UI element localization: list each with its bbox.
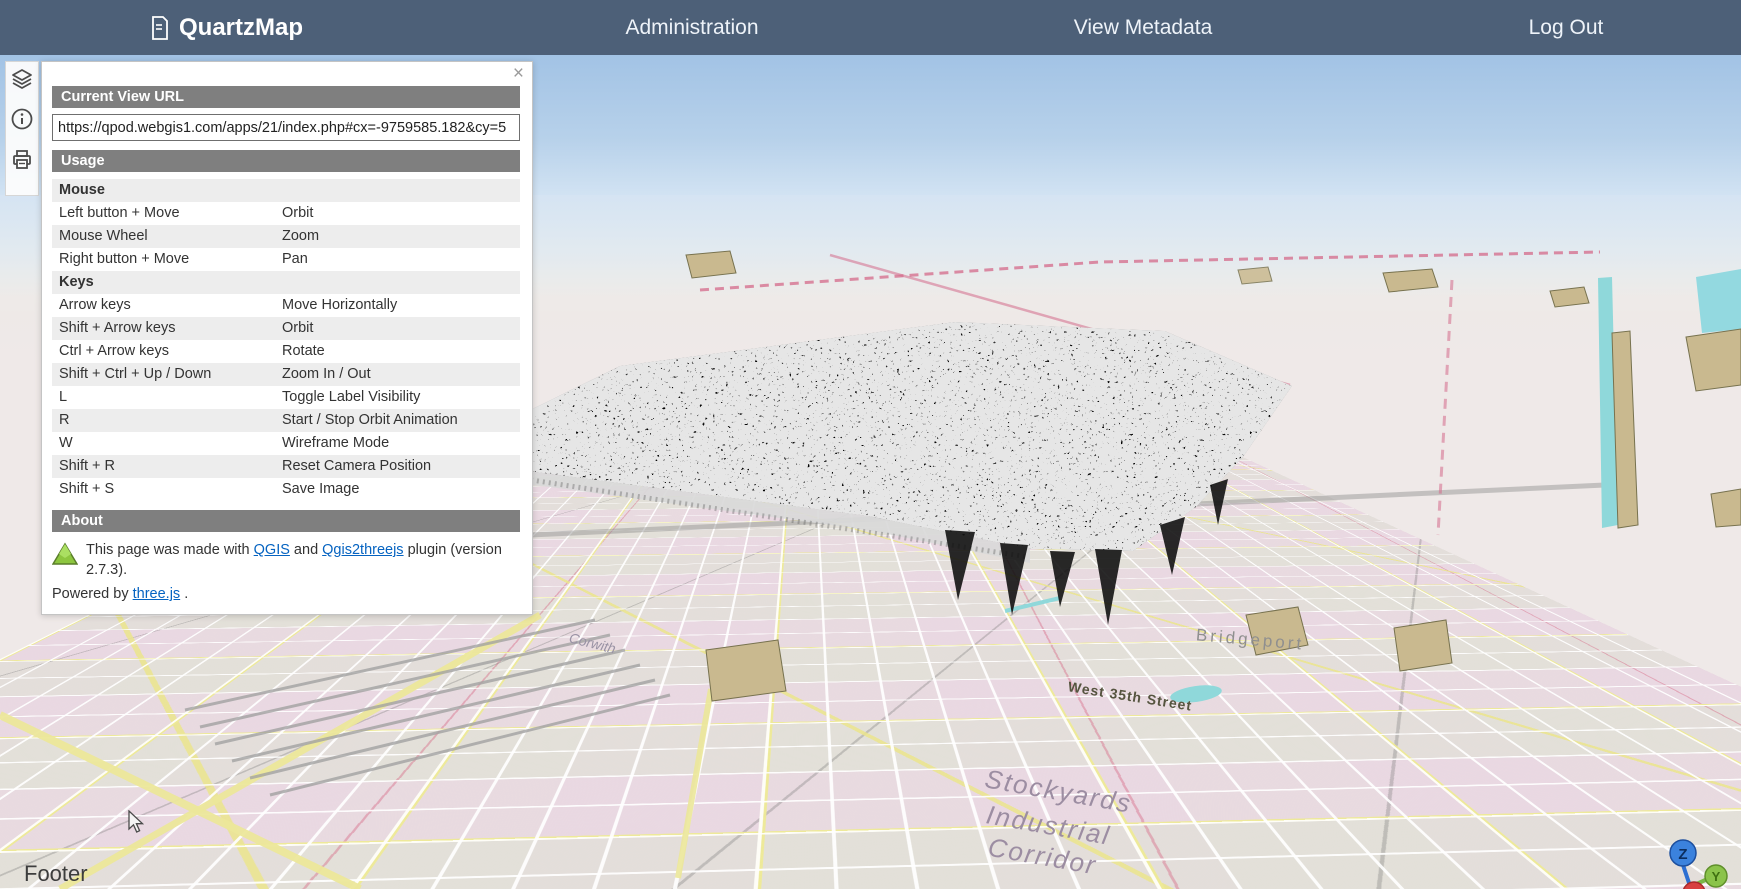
usage-table: Mouse Left button + MoveOrbit Mouse Whee… <box>52 179 520 501</box>
usage-row: Left button + MoveOrbit <box>52 202 520 225</box>
yellow-avenue-2 <box>60 615 540 889</box>
qgis2threejs-link[interactable]: Qgis2threejs <box>322 542 403 558</box>
usage-row: Shift + RReset Camera Position <box>52 455 520 478</box>
usage-row: Right button + MovePan <box>52 248 520 271</box>
about-and: and <box>290 542 322 558</box>
info-icon[interactable] <box>10 107 34 131</box>
axis-y-label: Y <box>1712 869 1721 884</box>
brand-label: QuartzMap <box>179 14 303 42</box>
usage-row: Ctrl + Arrow keysRotate <box>52 340 520 363</box>
nav-log-out[interactable]: Log Out <box>1529 0 1604 55</box>
usage-row: Arrow keysMove Horizontally <box>52 294 520 317</box>
nav-administration[interactable]: Administration <box>625 0 758 55</box>
qgis2threejs-logo-icon <box>52 540 78 566</box>
powered-suffix: . <box>180 586 188 602</box>
url-section-header: Current View URL <box>52 86 520 108</box>
axis-gizmo: Y Z <box>1670 840 1727 889</box>
about-prefix: This page was made with <box>86 542 254 558</box>
yellow-avenue-3 <box>678 689 711 878</box>
usage-section-header: Usage <box>52 150 520 172</box>
usage-row: RStart / Stop Orbit Animation <box>52 409 520 432</box>
yard-label: Corwith <box>568 630 618 657</box>
map-side-toolbar <box>5 61 39 196</box>
usage-row: LToggle Label Visibility <box>52 386 520 409</box>
usage-group-row: Keys <box>52 271 520 294</box>
close-icon[interactable]: × <box>513 64 524 83</box>
usage-row: Shift + Ctrl + Up / DownZoom In / Out <box>52 363 520 386</box>
threejs-link[interactable]: three.js <box>133 586 181 602</box>
usage-group-row: Mouse <box>52 179 520 202</box>
powered-by-line: Powered by three.js . <box>52 586 520 602</box>
help-panel: × Current View URL Usage Mouse Left butt… <box>41 61 533 615</box>
brand-link[interactable]: QuartzMap <box>150 0 303 55</box>
usage-row: Shift + SSave Image <box>52 478 520 501</box>
usage-row: Shift + Arrow keysOrbit <box>52 317 520 340</box>
axis-z-label: Z <box>1678 846 1687 863</box>
about-section-header: About <box>52 510 520 532</box>
about-text: This page was made with QGIS and Qgis2th… <box>86 540 520 580</box>
powered-prefix: Powered by <box>52 586 133 602</box>
current-view-url-input[interactable] <box>52 114 520 141</box>
usage-row: WWireframe Mode <box>52 432 520 455</box>
top-navbar: QuartzMap Administration View Metadata L… <box>0 0 1741 55</box>
qgis-link[interactable]: QGIS <box>254 542 290 558</box>
transit-line-3 <box>1438 280 1452 535</box>
layers-icon[interactable] <box>10 67 34 91</box>
lake-edge <box>1696 269 1741 333</box>
document-icon <box>150 16 170 40</box>
dem-block <box>500 305 1320 625</box>
print-icon[interactable] <box>10 147 34 171</box>
street-label: West 35th Street <box>1067 678 1193 713</box>
nav-view-metadata[interactable]: View Metadata <box>1074 0 1213 55</box>
usage-row: Mouse WheelZoom <box>52 225 520 248</box>
industrial-corridor-label: Stockyards Industrial Corridor <box>983 763 1135 880</box>
mouse-cursor <box>127 810 149 834</box>
footer-text: Footer <box>24 861 88 887</box>
